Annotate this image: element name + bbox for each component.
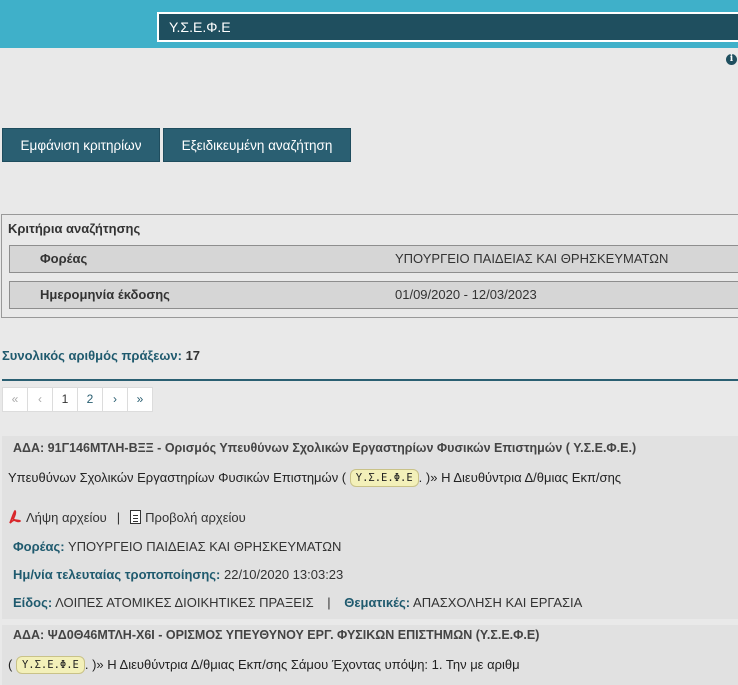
result-organization: Φορέας: ΥΠΟΥΡΓΕΙΟ ΠΑΙΔΕΙΑΣ ΚΑΙ ΘΡΗΣΚΕΥΜΑ… [13, 539, 341, 554]
type-label: Είδος: [13, 595, 53, 610]
total-results-count: 17 [185, 348, 201, 363]
criteria-label: Ημερομηνία έκδοσης [40, 287, 170, 302]
criteria-label: Φορέας [40, 251, 88, 266]
result-title[interactable]: ΑΔΑ: 91Γ146ΜΤΛΗ-ΒΞΞ - Ορισμός Υπευθύνων … [13, 441, 636, 455]
search-input[interactable]: Υ.Σ.Ε.Φ.Ε [157, 12, 738, 42]
result-modified: Ημ/νία τελευταίας τροποποίησης: 22/10/20… [13, 567, 343, 582]
criteria-value: 01/09/2020 - 12/03/2023 [395, 287, 537, 302]
organization-label: Φορέας: [13, 539, 65, 554]
snippet-text: ( [8, 657, 13, 672]
snippet-text: Υπευθύνων Σχολικών Εργαστηρίων Φυσικών Ε… [8, 470, 347, 485]
pagination: « ‹ 1 2 › » [2, 387, 153, 412]
snippet-highlight: Υ.Σ.Ε.Φ.Ε [349, 469, 419, 487]
divider [2, 379, 738, 381]
criteria-row: Φορέας ΥΠΟΥΡΓΕΙΟ ΠΑΙΔΕΙΑΣ ΚΑΙ ΘΡΗΣΚΕΥΜΑΤ… [9, 245, 738, 273]
show-criteria-button[interactable]: Εμφάνιση κριτηρίων [2, 128, 160, 162]
total-results-label: Συνολικός αριθμός πράξεων: [2, 348, 182, 363]
pagination-first[interactable]: « [2, 387, 28, 412]
pagination-page-1[interactable]: 1 [52, 387, 78, 412]
file-links: Λήψη αρχείου | Προβολή αρχείου [8, 509, 246, 525]
total-results: Συνολικός αριθμός πράξεων: 17 [2, 348, 200, 363]
result-title[interactable]: ΑΔΑ: ΨΔ0Θ46ΜΤΛΗ-Χ6Ι - ΟΡΙΣΜΟΣ ΥΠΕΥΘΥΝΟΥ … [13, 628, 539, 642]
search-criteria-panel: Κριτήρια αναζήτησης Φορέας ΥΠΟΥΡΓΕΙΟ ΠΑΙ… [1, 214, 738, 318]
result-item: ΑΔΑ: ΨΔ0Θ46ΜΤΛΗ-Χ6Ι - ΟΡΙΣΜΟΣ ΥΠΕΥΘΥΝΟΥ … [2, 625, 738, 685]
document-icon [130, 510, 142, 524]
organization-value: ΥΠΟΥΡΓΕΙΟ ΠΑΙΔΕΙΑΣ ΚΑΙ ΘΡΗΣΚΕΥΜΑΤΩΝ [68, 539, 342, 554]
snippet-text: . )» Η Διευθύντρια Δ/θμιας Εκπ/σης Σάμου… [84, 657, 520, 672]
snippet-highlight: Υ.Σ.Ε.Φ.Ε [15, 656, 85, 674]
modified-label: Ημ/νία τελευταίας τροποποίησης: [13, 567, 221, 582]
topics-value: ΑΠΑΣΧΟΛΗΣΗ ΚΑΙ ΕΡΓΑΣΙΑ [413, 595, 583, 610]
pdf-icon [8, 509, 22, 525]
criteria-title: Κριτήρια αναζήτησης [8, 221, 141, 236]
result-type-topics: Είδος: ΛΟΙΠΕΣ ΑΤΟΜΙΚΕΣ ΔΙΟΙΚΗΤΙΚΕΣ ΠΡΑΞΕ… [13, 595, 582, 610]
advanced-search-button[interactable]: Εξειδικευμένη αναζήτηση [163, 128, 351, 162]
result-item: ΑΔΑ: 91Γ146ΜΤΛΗ-ΒΞΞ - Ορισμός Υπευθύνων … [2, 436, 738, 619]
view-file-link[interactable]: Προβολή αρχείου [145, 510, 246, 525]
separator: | [116, 509, 121, 525]
topics-label: Θεματικές: [344, 595, 411, 610]
type-value: ΛΟΙΠΕΣ ΑΤΟΜΙΚΕΣ ΔΙΟΙΚΗΤΙΚΕΣ ΠΡΑΞΕΙΣ [55, 595, 314, 610]
criteria-value: ΥΠΟΥΡΓΕΙΟ ΠΑΙΔΕΙΑΣ ΚΑΙ ΘΡΗΣΚΕΥΜΑΤΩΝ [395, 251, 669, 266]
separator: | [327, 595, 331, 610]
pagination-prev[interactable]: ‹ [27, 387, 53, 412]
pagination-last[interactable]: » [127, 387, 153, 412]
result-snippet: Υπευθύνων Σχολικών Εργαστηρίων Φυσικών Ε… [8, 469, 621, 487]
download-file-link[interactable]: Λήψη αρχείου [26, 510, 107, 525]
pagination-page-2[interactable]: 2 [77, 387, 103, 412]
snippet-text: . )» Η Διευθύντρια Δ/θμιας Εκπ/σης [418, 470, 622, 485]
modified-value: 22/10/2020 13:03:23 [223, 567, 344, 582]
criteria-row: Ημερομηνία έκδοσης 01/09/2020 - 12/03/20… [9, 281, 738, 309]
pagination-next[interactable]: › [102, 387, 128, 412]
result-snippet: ( Υ.Σ.Ε.Φ.Ε. )» Η Διευθύντρια Δ/θμιας Εκ… [8, 656, 520, 674]
info-icon[interactable]: i [726, 54, 737, 65]
